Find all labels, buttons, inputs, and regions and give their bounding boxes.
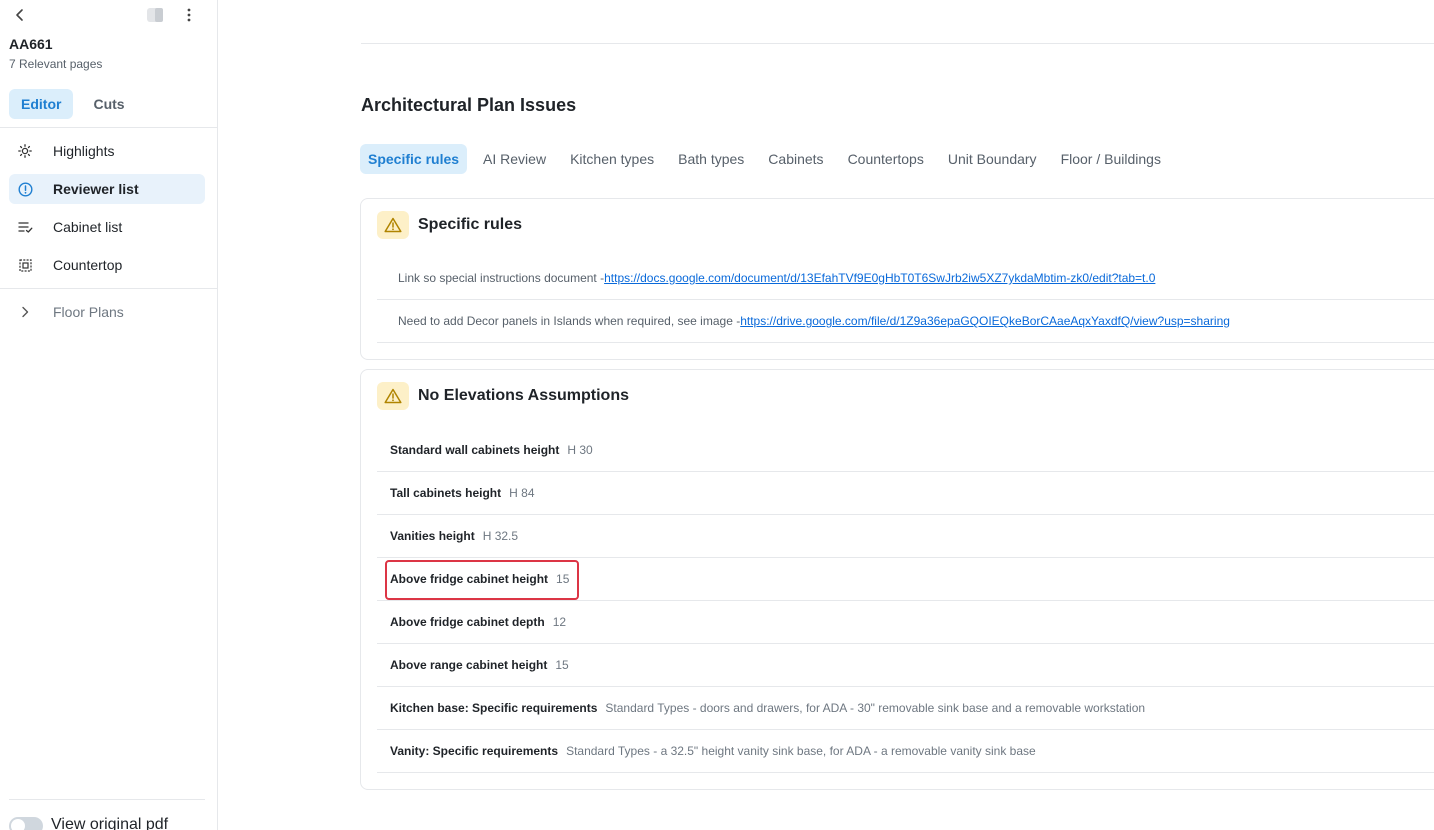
assumption-key: Standard wall cabinets height — [390, 443, 560, 457]
sidebar-item-reviewer-list[interactable]: Reviewer list — [9, 174, 205, 204]
sidebar-divider — [0, 288, 218, 289]
sidebar: AA661 7 Relevant pages Editor Cuts Highl… — [0, 0, 218, 830]
special-instructions-link[interactable]: https://docs.google.com/document/d/13Efa… — [604, 271, 1155, 285]
tab-editor[interactable]: Editor — [9, 89, 74, 119]
frame-icon — [9, 258, 41, 272]
project-subtitle: 7 Relevant pages — [9, 57, 103, 71]
list-item: Above fridge cabinet height 15 — [377, 558, 1434, 601]
assumption-value: Standard Types - doors and drawers, for … — [605, 701, 1146, 715]
card-header: No Elevations Assumptions — [377, 382, 629, 410]
list-item: Standard wall cabinets height H 30 — [377, 429, 1434, 472]
assumption-key: Above fridge cabinet height — [390, 572, 549, 586]
assumption-value: 12 — [552, 615, 567, 629]
tab-cuts[interactable]: Cuts — [81, 89, 136, 119]
view-original-pdf-label: View original pdf — [51, 816, 169, 830]
assumption-key: Kitchen base: Specific requirements — [390, 701, 598, 715]
list-item: Kitchen base: Specific requirements Stan… — [377, 687, 1434, 730]
sidebar-item-label: Cabinet list — [53, 219, 123, 235]
sidebar-item-label: Highlights — [53, 143, 115, 159]
alert-circle-icon — [9, 181, 41, 197]
warning-icon — [377, 382, 409, 410]
rule-text: Need to add Decor panels in Islands when… — [398, 314, 741, 328]
sidebar-item-label: Reviewer list — [53, 181, 139, 197]
view-original-pdf-toggle[interactable] — [9, 817, 43, 830]
list-check-icon — [9, 221, 41, 233]
back-button[interactable] — [10, 5, 30, 25]
sidebar-item-countertop[interactable]: Countertop — [9, 250, 205, 280]
assumption-key: Above range cabinet height — [390, 658, 548, 672]
list-item: Need to add Decor panels in Islands when… — [377, 300, 1434, 343]
assumption-key: Vanity: Specific requirements — [390, 744, 559, 758]
tab-floor-buildings[interactable]: Floor / Buildings — [1053, 144, 1169, 174]
assumption-value: 15 — [555, 658, 569, 672]
sidebar-item-label: Floor Plans — [53, 304, 124, 320]
list-item: Link so special instructions document - … — [377, 257, 1434, 300]
assumption-key: Above fridge cabinet depth — [390, 615, 545, 629]
more-options-button[interactable] — [179, 5, 199, 25]
list-item: Vanities height H 32.5 — [377, 515, 1434, 558]
tab-countertops[interactable]: Countertops — [840, 144, 932, 174]
decor-panels-image-link[interactable]: https://drive.google.com/file/d/1Z9a36ep… — [740, 314, 1230, 328]
project-title: AA661 — [9, 36, 53, 52]
sidebar-item-highlights[interactable]: Highlights — [9, 136, 205, 166]
card-header: Specific rules — [377, 211, 522, 239]
tab-cabinets[interactable]: Cabinets — [760, 144, 831, 174]
mode-tabs: Editor Cuts — [9, 89, 137, 119]
more-vertical-icon — [187, 8, 191, 22]
assumptions-card: No Elevations Assumptions Standard wall … — [360, 369, 1434, 790]
assumption-value: 15 — [556, 572, 570, 586]
tab-specific-rules[interactable]: Specific rules — [360, 144, 468, 174]
sidebar-item-label: Countertop — [53, 257, 123, 273]
list-item: Above fridge cabinet depth 12 — [377, 601, 1434, 644]
list-item: Vanity: Specific requirements Standard T… — [377, 730, 1434, 773]
tab-bath-types[interactable]: Bath types — [670, 144, 752, 174]
tab-ai-review[interactable]: AI Review — [475, 144, 554, 174]
assumption-value: H 32.5 — [482, 529, 519, 543]
sidebar-item-cabinet-list[interactable]: Cabinet list — [9, 212, 205, 242]
assumption-value: H 30 — [567, 443, 593, 457]
page-title: Architectural Plan Issues — [361, 95, 577, 115]
assumption-value: H 84 — [509, 486, 535, 500]
card-title: Specific rules — [418, 216, 523, 233]
warning-icon — [377, 211, 409, 239]
sidebar-item-floor-plans[interactable]: Floor Plans — [9, 297, 205, 327]
tab-kitchen-types[interactable]: Kitchen types — [562, 144, 662, 174]
issue-tabs: Specific rules AI Review Kitchen types B… — [360, 144, 1177, 174]
specific-rules-card: Specific rules Link so special instructi… — [360, 198, 1434, 360]
assumption-key: Vanities height — [390, 529, 475, 543]
card-title: No Elevations Assumptions — [418, 387, 629, 404]
sidebar-panel-icon — [147, 8, 163, 22]
header-divider — [361, 43, 1434, 44]
toggle-panel-button[interactable] — [145, 5, 165, 25]
sidebar-divider — [0, 127, 218, 128]
chevron-right-icon — [9, 306, 41, 318]
list-item: Above range cabinet height 15 — [377, 644, 1434, 687]
chevron-left-icon — [16, 9, 23, 21]
sidebar-divider — [9, 799, 205, 800]
assumption-value: Standard Types - a 32.5" height vanity s… — [566, 744, 1036, 758]
tab-unit-boundary[interactable]: Unit Boundary — [940, 144, 1045, 174]
sun-icon — [9, 144, 41, 158]
sidebar-toolbar — [0, 0, 218, 30]
rule-text: Link so special instructions document - — [398, 271, 605, 285]
list-item: Tall cabinets height H 84 — [377, 472, 1434, 515]
assumption-key: Tall cabinets height — [390, 486, 502, 500]
